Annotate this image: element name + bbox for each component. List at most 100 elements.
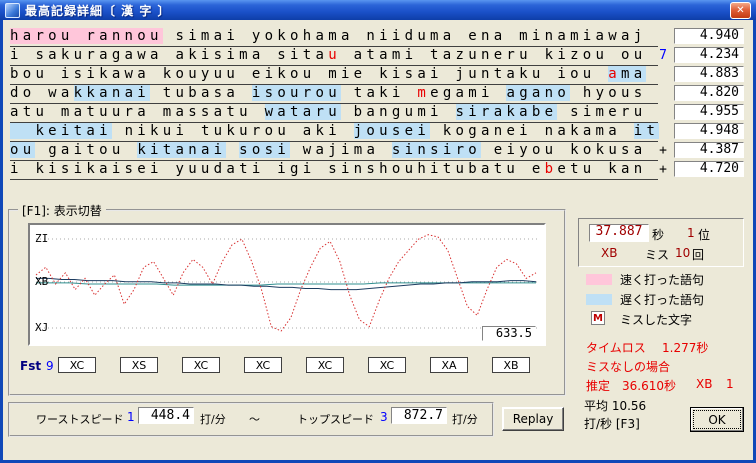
typed-text: tubasa	[150, 85, 252, 101]
typing-lines: harou rannou simai yokohama niiduma ena …	[10, 27, 750, 183]
replay-button[interactable]: Replay	[502, 407, 564, 431]
slow-word: sosi	[239, 142, 291, 158]
line-marker: +	[659, 143, 667, 158]
fst-box: XC	[58, 357, 96, 373]
fst-box: XS	[120, 357, 158, 373]
fst-box: XC	[244, 357, 282, 373]
line-record-value: 4.820	[674, 85, 744, 101]
y-axis-label-mid: XB	[35, 275, 49, 288]
typed-text: egami	[430, 85, 507, 101]
close-icon: ✕	[736, 4, 745, 16]
typed-text: bou isikawa kouyuu eikou mie kisai junta…	[10, 66, 609, 82]
slow-word: sinsiro	[391, 142, 482, 158]
worst-speed-value: 448.4	[138, 407, 194, 424]
timeloss-value: 1.277秒	[662, 341, 709, 355]
close-button[interactable]: ✕	[730, 1, 751, 19]
typing-line: harou rannou simai yokohama niiduma ena …	[10, 27, 658, 47]
estimate-label: 推定	[586, 379, 611, 393]
typed-text: etu kan	[557, 161, 647, 177]
record-detail-window: 最高記録詳細〔 漢 字 〕 ✕ harou rannou simai yokoh…	[0, 0, 756, 463]
average-line2: 打/秒 [F3]	[584, 417, 640, 431]
miss-unit: 回	[692, 248, 705, 262]
miss-char-legend-label: ミスした文字	[620, 313, 693, 327]
typing-line: i sakuragawa akisima sitau atami tazuner…	[10, 46, 658, 66]
line-marker: +	[659, 162, 667, 177]
line-record-value: 4.940	[674, 28, 744, 44]
range-tilde: ～	[249, 413, 260, 426]
fst-box: XC	[182, 357, 220, 373]
typed-text: simeru	[557, 104, 647, 120]
typed-text: bangumi	[340, 104, 456, 120]
top-speed-label: トップスピード	[297, 413, 374, 426]
ok-button[interactable]: OK	[690, 407, 744, 432]
grade-value: XB	[601, 246, 618, 260]
rank-value: 1	[687, 226, 695, 240]
top-speed-rank: 3	[380, 410, 388, 424]
typed-text: koganei nakama	[430, 123, 634, 139]
chart-value-box: 633.5	[482, 326, 536, 341]
time-unit: 秒	[652, 228, 665, 242]
fst-box: XC	[368, 357, 406, 373]
worst-speed-unit: 打/分	[200, 413, 226, 426]
missed-char: b	[544, 161, 558, 177]
typed-text: gaitou	[35, 142, 138, 158]
fast-word-legend-label: 速く打った語句	[620, 273, 705, 287]
estimate-rank: 1	[726, 377, 734, 391]
average-line1: 平均 10.56	[584, 399, 647, 413]
slow-word-swatch	[586, 294, 612, 305]
stats-panel: 37.887 秒 1 位 XB ミス 10 回	[578, 218, 744, 267]
top-speed-value: 872.7	[391, 407, 447, 424]
typed-text: nikui tukurou aki	[111, 123, 354, 139]
rank-unit: 位	[698, 228, 711, 242]
estimate-value: 36.610秒	[622, 379, 676, 393]
y-axis-label-bottom: XJ	[35, 321, 49, 334]
miss-label: ミス	[645, 248, 670, 262]
slow-word: sirakabe	[455, 104, 558, 120]
miss-count: 10	[675, 246, 691, 260]
typing-line: keitai nikui tukurou aki jousei koganei …	[10, 122, 660, 142]
time-value-box: 37.887	[589, 224, 649, 242]
top-speed-unit: 打/分	[452, 413, 478, 426]
slow-word: ma	[620, 66, 647, 82]
typed-text: wajima	[290, 142, 392, 158]
fast-word: harou rannou	[10, 28, 163, 44]
line-record-value: 4.948	[674, 123, 744, 139]
fst-box: XB	[492, 357, 530, 373]
typed-text: atu matuura massatu	[10, 104, 265, 120]
typed-text: hyous	[570, 85, 647, 101]
typed-text: i sakuragawa akisima sita	[10, 47, 329, 63]
worst-speed-label: ワーストスピード	[36, 413, 124, 426]
app-icon	[5, 2, 20, 18]
fst-box: XA	[430, 357, 468, 373]
fst-boxes: XC XS XC XC XC XC XA XB	[58, 357, 558, 374]
chart-svg	[35, 234, 538, 332]
line-record-value: 4.387	[674, 142, 744, 158]
estimate-grade: XB	[696, 377, 713, 391]
line-record-value: 4.234	[674, 47, 744, 63]
typed-text	[226, 142, 239, 158]
typed-text: i kisikaisei yuudati igi sinshouhitubatu…	[10, 161, 545, 177]
speed-chart: ZI XB XJ 633.5	[28, 223, 546, 346]
typed-text: simai yokohama niiduma ena minamiawaj	[162, 28, 647, 44]
slow-word: it	[633, 123, 660, 139]
slow-word: kkanai	[73, 85, 151, 101]
slow-word: wataru	[264, 104, 341, 120]
typed-text: taki	[340, 85, 418, 101]
missed-char: m	[417, 85, 431, 101]
missed-char: a	[608, 66, 621, 82]
typed-text: do wa	[10, 85, 74, 101]
typing-line: i kisikaisei yuudati igi sinshouhitubatu…	[10, 160, 658, 180]
slow-word-legend-label: 遅く打った語句	[620, 293, 705, 307]
typing-line: atu matuura massatu wataru bangumi sirak…	[10, 103, 658, 123]
typing-line: bou isikawa kouyuu eikou mie kisai junta…	[10, 65, 658, 85]
typing-line: do wakkanai tubasa isourou taki megami a…	[10, 84, 658, 104]
no-miss-label: ミスなしの場合	[586, 360, 671, 374]
line-record-value: 4.720	[674, 161, 744, 177]
slow-word: agano	[506, 85, 571, 101]
slow-word: isourou	[251, 85, 341, 101]
titlebar[interactable]: 最高記録詳細〔 漢 字 〕 ✕	[0, 0, 756, 20]
fst-box: XC	[306, 357, 344, 373]
typed-text: atami tazuneru kizou ou	[340, 47, 647, 63]
line-record-value: 4.955	[674, 104, 744, 120]
y-axis-label-top: ZI	[35, 232, 49, 245]
